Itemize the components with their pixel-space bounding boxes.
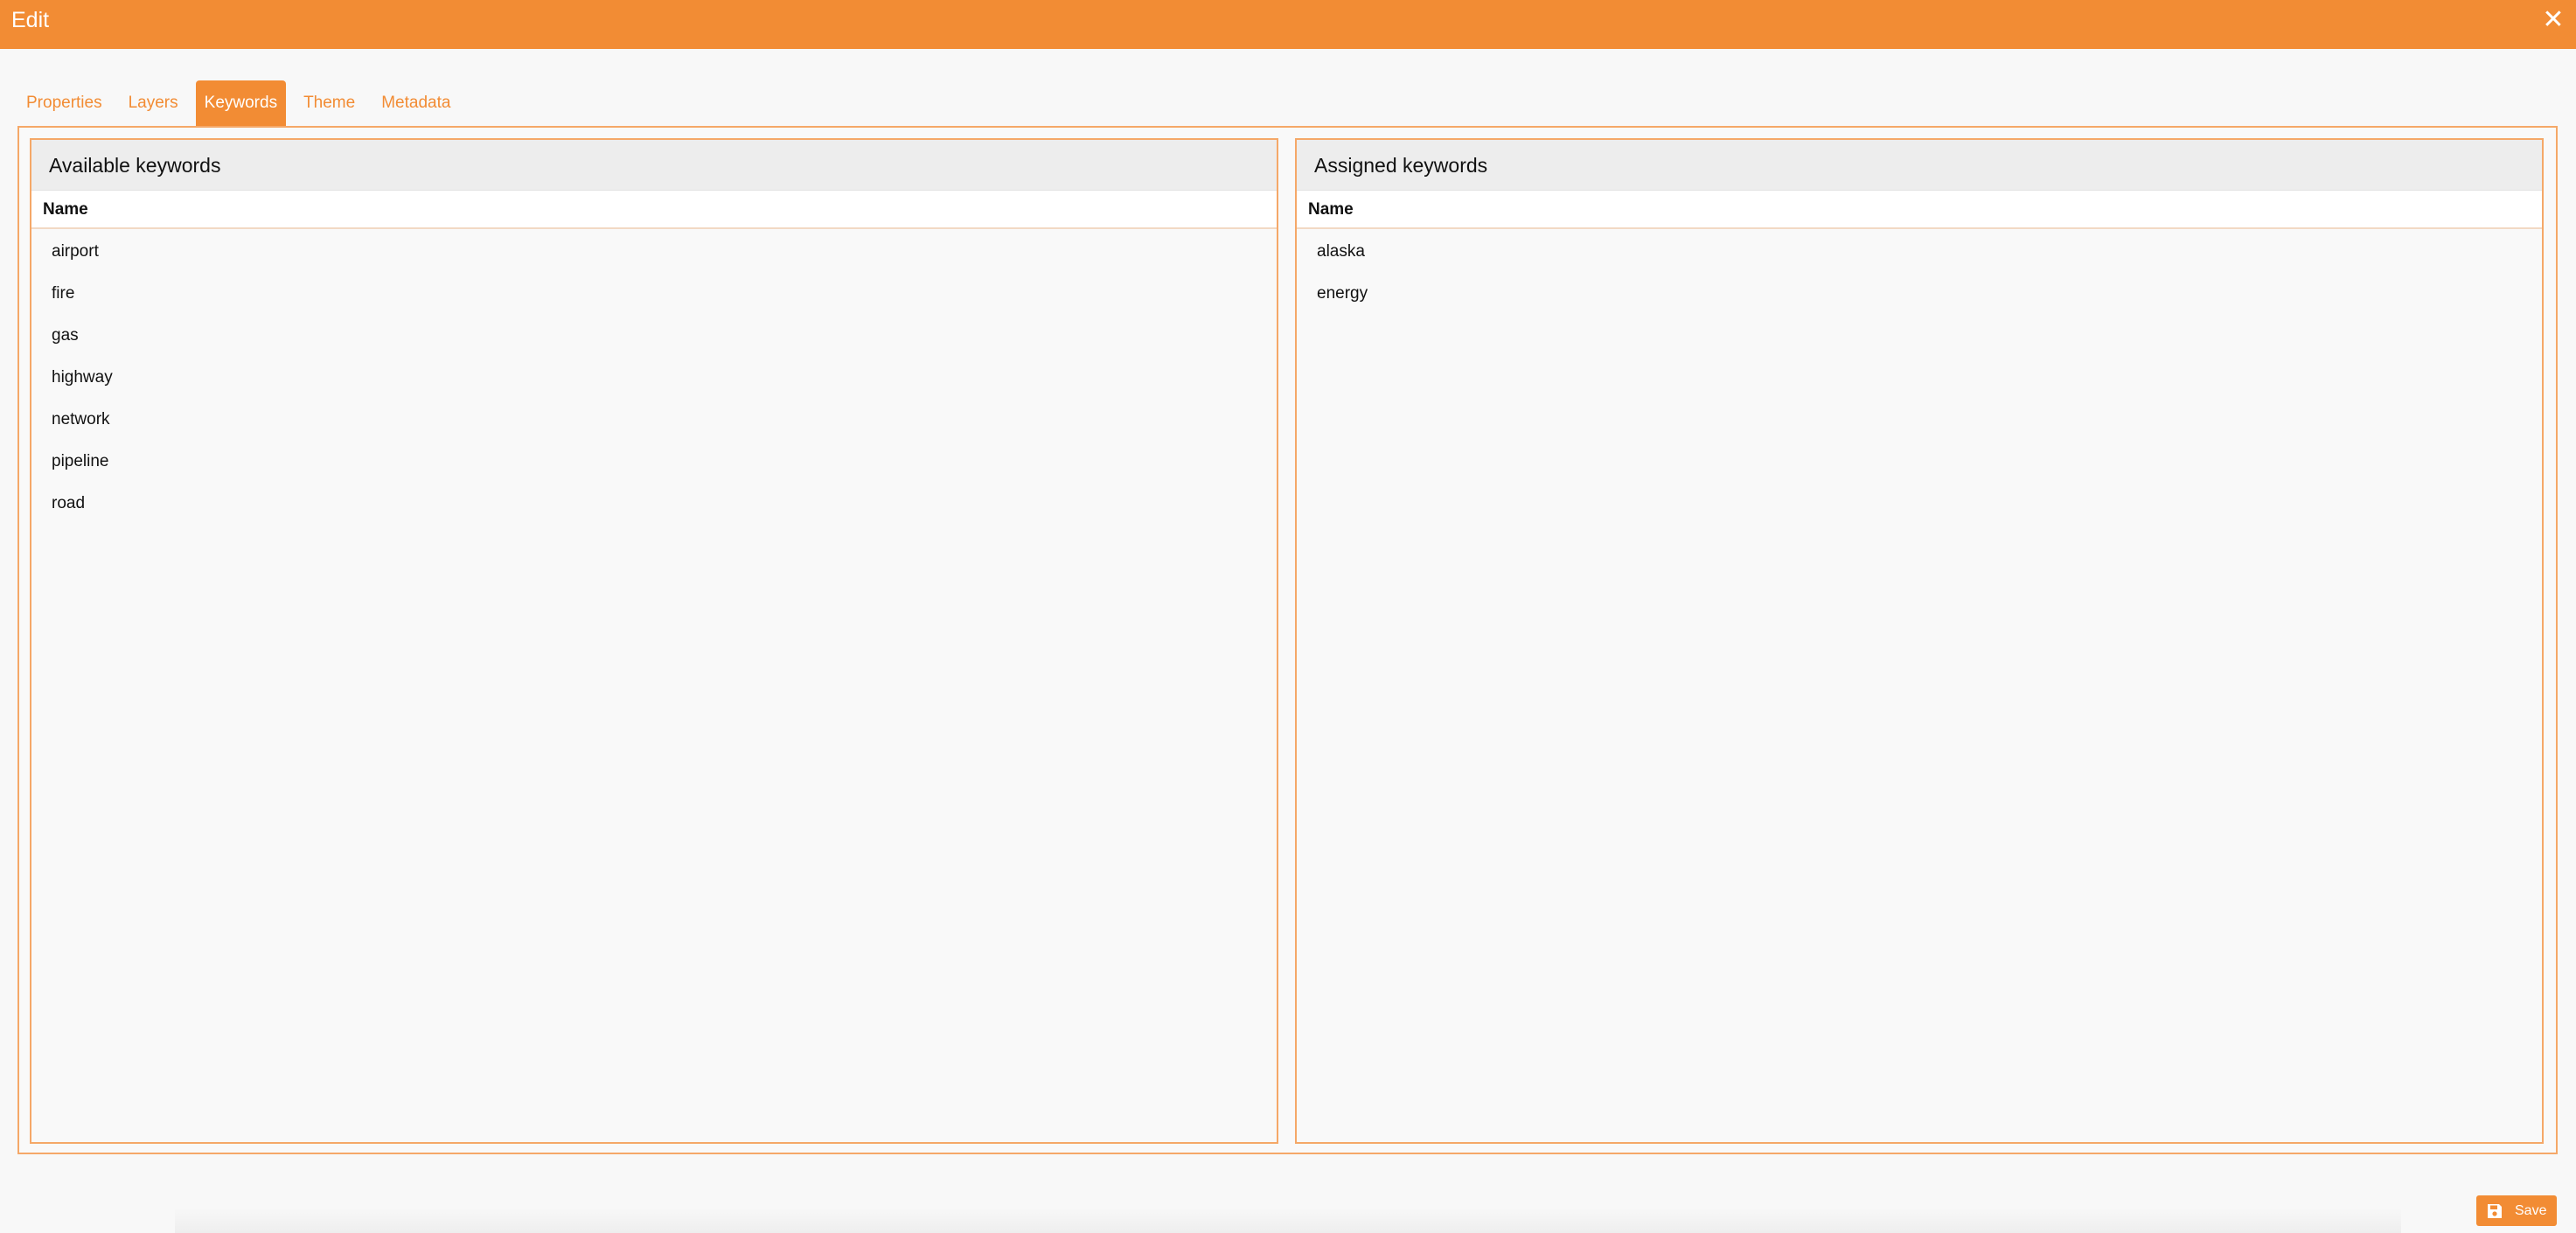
assigned-keyword-row[interactable]: alaska [1297, 231, 2542, 273]
tab-theme[interactable]: Theme [295, 80, 364, 126]
available-keyword-row[interactable]: gas [31, 315, 1277, 357]
tab-bar: Properties Layers Keywords Theme Metadat… [17, 80, 468, 126]
floppy-disk-icon [2488, 1204, 2502, 1218]
available-keyword-row[interactable]: fire [31, 273, 1277, 315]
available-keyword-row[interactable]: road [31, 483, 1277, 525]
keywords-panel: Available keywords Name airport fire gas… [17, 126, 2558, 1154]
assigned-keyword-row[interactable]: energy [1297, 273, 2542, 315]
tab-properties[interactable]: Properties [17, 80, 111, 126]
assigned-keywords-list: alaska energy [1297, 229, 2542, 315]
save-button-label: Save [2515, 1203, 2547, 1218]
dialog-titlebar: Edit ✕ [0, 0, 2576, 49]
assigned-name-column-header[interactable]: Name [1297, 191, 2542, 229]
available-keyword-row[interactable]: pipeline [31, 441, 1277, 483]
close-icon[interactable]: ✕ [2541, 7, 2566, 33]
available-keywords-list: airport fire gas highway network pipelin… [31, 229, 1277, 525]
assigned-keywords-title: Assigned keywords [1297, 140, 2542, 191]
available-name-column-header[interactable]: Name [31, 191, 1277, 229]
tab-keywords[interactable]: Keywords [195, 80, 287, 126]
footer-divider [175, 1207, 2401, 1233]
available-keywords-grid: Available keywords Name airport fire gas… [30, 138, 1278, 1144]
available-keyword-row[interactable]: network [31, 399, 1277, 441]
save-button[interactable]: Save [2476, 1195, 2557, 1226]
tab-layers[interactable]: Layers [120, 80, 187, 126]
available-keyword-row[interactable]: highway [31, 357, 1277, 399]
dialog-title: Edit [11, 8, 50, 32]
available-keyword-row[interactable]: airport [31, 231, 1277, 273]
tab-metadata[interactable]: Metadata [372, 80, 459, 126]
assigned-keywords-grid: Assigned keywords Name alaska energy [1295, 138, 2544, 1144]
available-keywords-title: Available keywords [31, 140, 1277, 191]
